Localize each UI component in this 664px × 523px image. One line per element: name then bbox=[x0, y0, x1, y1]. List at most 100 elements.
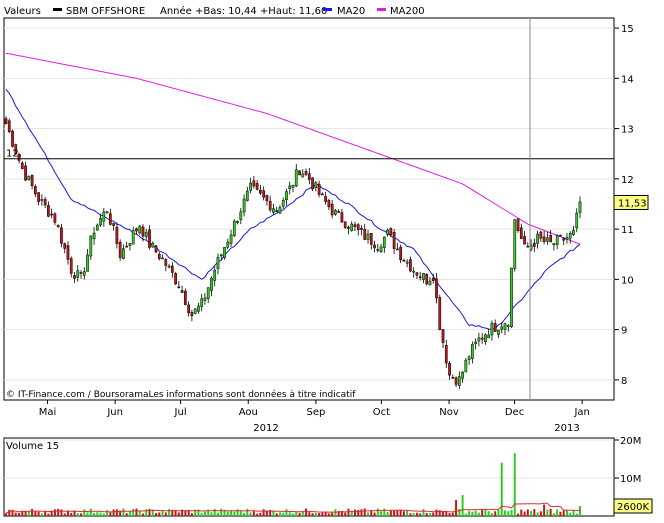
candle-body bbox=[294, 169, 298, 187]
volume-bar bbox=[200, 512, 203, 516]
volume-bar bbox=[14, 512, 17, 516]
volume-last-label: 2600K bbox=[617, 502, 649, 513]
month-label: Dec bbox=[505, 407, 524, 418]
volume-bar bbox=[507, 511, 510, 516]
candle-body bbox=[259, 189, 262, 194]
candle-body bbox=[30, 174, 34, 187]
volume-bar bbox=[298, 512, 301, 516]
volume-bar bbox=[93, 512, 96, 516]
volume-bar bbox=[402, 511, 405, 516]
volume-bar bbox=[145, 509, 148, 516]
candle-body bbox=[360, 227, 363, 230]
volume-bar bbox=[148, 508, 151, 516]
volume-bar bbox=[57, 508, 60, 516]
y-tick-label: 9 bbox=[621, 326, 627, 337]
volume-bar bbox=[158, 512, 161, 516]
candle-body bbox=[219, 254, 223, 257]
volume-bar bbox=[256, 513, 259, 516]
candle-body bbox=[7, 120, 11, 133]
candle-body bbox=[197, 305, 200, 312]
volume-bar bbox=[63, 513, 66, 516]
volume-bar bbox=[243, 513, 246, 516]
candle-body bbox=[523, 236, 526, 245]
candle-body bbox=[229, 234, 233, 244]
volume-bar bbox=[386, 511, 389, 516]
candle-body bbox=[131, 230, 135, 245]
candle-body bbox=[200, 298, 204, 307]
candle-body bbox=[506, 325, 510, 327]
candle-body bbox=[232, 220, 236, 237]
candle-body bbox=[382, 236, 386, 248]
month-label: Aou bbox=[239, 407, 258, 418]
volume-bar bbox=[318, 513, 321, 516]
candle-body bbox=[568, 233, 572, 239]
candle-body bbox=[177, 286, 181, 289]
volume-bar bbox=[363, 508, 366, 516]
candle-body bbox=[438, 296, 442, 331]
volume-bar bbox=[112, 509, 115, 516]
candle-body bbox=[109, 213, 112, 225]
volume-bar bbox=[76, 513, 79, 516]
month-label: Mai bbox=[39, 407, 57, 418]
volume-bar bbox=[285, 509, 288, 516]
candle-body bbox=[542, 236, 546, 242]
candle-body bbox=[428, 280, 432, 286]
volume-bar bbox=[106, 510, 109, 516]
y-tick-label: 14 bbox=[621, 74, 634, 85]
candle-body bbox=[262, 190, 265, 198]
candle-body bbox=[431, 277, 435, 281]
candle-body bbox=[301, 173, 305, 178]
candle-body bbox=[190, 312, 194, 316]
volume-bar bbox=[556, 509, 559, 516]
volume-bar bbox=[314, 512, 317, 516]
candle-body bbox=[125, 245, 129, 248]
candle-body bbox=[66, 245, 70, 260]
volume-bar bbox=[141, 513, 144, 516]
candle-body bbox=[461, 371, 464, 379]
year-label: 2012 bbox=[253, 423, 278, 434]
candle-body bbox=[337, 211, 341, 213]
candle-body bbox=[425, 273, 429, 285]
candle-body bbox=[373, 244, 376, 249]
candle-body bbox=[575, 212, 579, 229]
volume-bar bbox=[552, 513, 555, 516]
volume-bar bbox=[177, 512, 180, 516]
candle-body bbox=[161, 257, 164, 260]
candle-body bbox=[379, 246, 383, 252]
volume-bar bbox=[47, 513, 50, 516]
volume-bar bbox=[174, 510, 177, 516]
volume-bar bbox=[40, 513, 43, 516]
candle-body bbox=[105, 211, 109, 214]
candle-body bbox=[79, 272, 83, 274]
candle-body bbox=[402, 259, 406, 262]
candle-body bbox=[392, 232, 396, 249]
candle-body bbox=[138, 225, 142, 234]
candle-body bbox=[170, 265, 174, 273]
candle-body bbox=[141, 226, 145, 237]
volume-bar bbox=[216, 512, 219, 516]
volume-bar bbox=[383, 508, 386, 516]
candle-body bbox=[546, 237, 549, 242]
candle-body bbox=[334, 210, 337, 215]
candle-body bbox=[37, 192, 40, 202]
volume-bar bbox=[80, 513, 83, 516]
volume-bar bbox=[575, 513, 578, 516]
y-tick-label: 11 bbox=[621, 225, 634, 236]
candle-body bbox=[311, 177, 314, 190]
volume-bar bbox=[5, 513, 7, 516]
volume-bar bbox=[70, 512, 73, 516]
candle-body bbox=[503, 323, 507, 330]
volume-bar bbox=[481, 509, 484, 516]
candle-body bbox=[471, 344, 474, 359]
volume-bar bbox=[220, 508, 223, 516]
candle-body bbox=[314, 182, 318, 189]
candle-body bbox=[56, 224, 60, 228]
volume-bar bbox=[474, 510, 477, 516]
candle-body bbox=[510, 267, 513, 327]
volume-bar bbox=[572, 509, 575, 516]
volume-bar bbox=[396, 509, 399, 516]
candle-body bbox=[53, 213, 57, 223]
volume-bar bbox=[128, 511, 131, 516]
stock-chart-window: Valeurs SBM OFFSHORE Année +Bas: 10,44 +… bbox=[0, 0, 664, 519]
volume-bar bbox=[288, 512, 291, 516]
